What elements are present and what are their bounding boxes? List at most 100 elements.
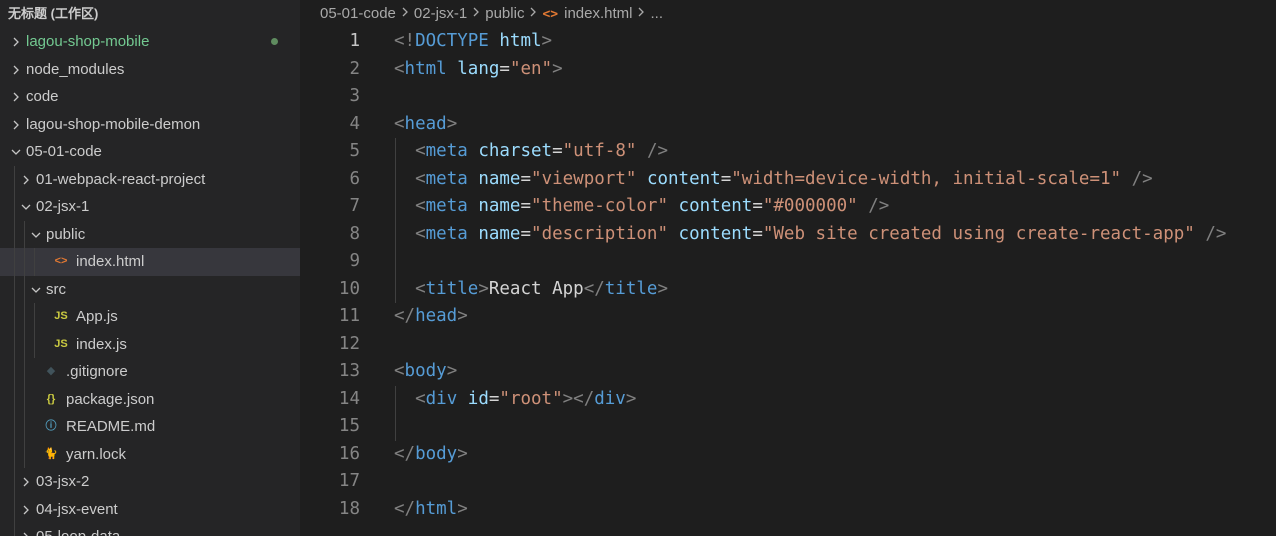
code-token: < xyxy=(415,168,426,189)
tree-folder[interactable]: 01-webpack-react-project xyxy=(0,165,300,194)
chevron-right-icon[interactable] xyxy=(18,166,34,194)
code-token: body xyxy=(415,443,458,464)
workspace-title[interactable]: 无标题 (工作区) xyxy=(0,0,300,28)
chevron-right-icon[interactable] xyxy=(8,56,24,84)
chevron-right-icon[interactable] xyxy=(8,111,24,139)
code-line[interactable]: 10 <title>React App</title> xyxy=(300,276,1276,304)
line-number: 2 xyxy=(349,58,360,79)
code-token: > xyxy=(457,306,468,326)
indent-guide xyxy=(14,303,15,331)
chevron-down-icon[interactable] xyxy=(18,193,34,221)
code-token: title xyxy=(425,278,479,299)
code-text: </html> xyxy=(394,496,468,524)
code-token: "description" xyxy=(531,223,668,244)
code-token: "theme-color" xyxy=(531,196,668,216)
code-token: > xyxy=(457,443,468,464)
line-number: 11 xyxy=(338,306,360,326)
tree-file[interactable]: 🐈 yarn.lock xyxy=(0,440,300,468)
tree-folder[interactable]: 05-01-code xyxy=(0,138,300,166)
chevron-right-icon[interactable] xyxy=(18,496,34,524)
chevron-down-icon[interactable] xyxy=(28,276,44,304)
breadcrumb-item[interactable]: public xyxy=(485,5,524,22)
tree-folder[interactable]: 04-jsx-event xyxy=(0,495,300,524)
indent-guide xyxy=(14,385,15,413)
code-line[interactable]: 14 <div id="root"></div> xyxy=(300,386,1276,414)
breadcrumb-item[interactable]: 05-01-code xyxy=(320,5,396,22)
tree-folder[interactable]: 03-jsx-2 xyxy=(0,468,300,496)
tree-folder[interactable]: node_modules xyxy=(0,56,300,84)
code-token: > xyxy=(657,278,668,299)
code-token: title xyxy=(604,278,658,299)
code-text: <title>React App</title> xyxy=(394,276,668,304)
tree-item-label: 04-jsx-event xyxy=(36,500,118,518)
line-number: 1 xyxy=(349,31,360,51)
tree-folder[interactable]: public xyxy=(0,220,300,249)
tree-folder[interactable]: lagou-shop-mobile xyxy=(0,28,300,56)
code-line[interactable]: 6 <meta name="viewport" content="width=d… xyxy=(300,166,1276,194)
code-line[interactable]: 9 xyxy=(300,248,1276,276)
code-line[interactable]: 15 xyxy=(300,413,1276,441)
html-icon: <> xyxy=(542,7,559,22)
breadcrumb: 05-01-code 02-jsx-1 public <> index.html... xyxy=(300,0,1276,28)
code-line[interactable]: 16 </body> xyxy=(300,441,1276,469)
tree-file[interactable]: JS App.js xyxy=(0,303,300,331)
indent-guide xyxy=(24,358,25,386)
code-token: > xyxy=(446,113,458,134)
tree-folder[interactable]: code xyxy=(0,83,300,111)
code-line[interactable]: 1 <!DOCTYPE html> xyxy=(300,28,1276,56)
chevron-right-icon[interactable] xyxy=(18,468,34,496)
indent-guide xyxy=(24,413,25,441)
tree-file[interactable]: {} package.json xyxy=(0,385,300,413)
code-token: lang xyxy=(457,58,500,79)
code-line[interactable]: 12 xyxy=(300,331,1276,359)
tree-file[interactable]: ◆ .gitignore xyxy=(0,358,300,386)
breadcrumb-item[interactable]: ... xyxy=(650,5,663,22)
tree-folder[interactable]: 05-loop-data xyxy=(0,523,300,536)
chevron-right-icon[interactable] xyxy=(18,523,34,536)
indent-guide xyxy=(14,413,15,441)
code-token: < xyxy=(415,196,426,216)
chevron-right-icon xyxy=(471,0,481,28)
code-text: <body> xyxy=(394,358,457,386)
tree-folder[interactable]: 02-jsx-1 xyxy=(0,193,300,221)
code-token: = xyxy=(752,223,763,244)
code-token: head xyxy=(404,113,447,134)
code-token: content xyxy=(678,223,753,244)
tree-file[interactable]: JS index.js xyxy=(0,330,300,358)
code-line[interactable]: 7 <meta name="theme-color" content="#000… xyxy=(300,193,1276,221)
chevron-right-icon[interactable] xyxy=(8,28,24,56)
code-line[interactable]: 11 </head> xyxy=(300,303,1276,331)
code-token: html xyxy=(404,58,447,79)
code-token: div xyxy=(594,388,626,409)
tree-folder[interactable]: src xyxy=(0,275,300,304)
code-text: <meta name="theme-color" content="#00000… xyxy=(394,193,889,221)
code-line[interactable]: 3 xyxy=(300,83,1276,111)
code-line[interactable]: 18 </html> xyxy=(300,496,1276,524)
code-area[interactable]: 1 <!DOCTYPE html> 2 <html lang="en"> 3 4 <head… xyxy=(300,28,1276,523)
tree-file[interactable]: <> index.html xyxy=(0,248,300,276)
chevron-down-icon[interactable] xyxy=(28,221,44,249)
tree-folder[interactable]: lagou-shop-mobile-demon xyxy=(0,111,300,139)
code-line[interactable]: 5 <meta charset="utf-8" /> xyxy=(300,138,1276,166)
line-number: 5 xyxy=(349,141,360,161)
code-line[interactable]: 17 xyxy=(300,468,1276,496)
breadcrumb-item[interactable]: 02-jsx-1 xyxy=(414,5,467,22)
breadcrumb-item[interactable]: index.html xyxy=(564,5,632,22)
code-editor[interactable]: 05-01-code 02-jsx-1 public <> index.html... … xyxy=(300,0,1276,536)
code-line[interactable]: 4 <head> xyxy=(300,111,1276,139)
code-line[interactable]: 2 <html lang="en"> xyxy=(300,56,1276,84)
code-token: /> xyxy=(1205,223,1227,244)
explorer-sidebar: 无标题 (工作区) lagou-shop-mobile node_modules c… xyxy=(0,0,300,536)
chevron-down-icon[interactable] xyxy=(8,138,24,166)
code-line[interactable]: 13 <body> xyxy=(300,358,1276,386)
code-line[interactable]: 8 <meta name="description" content="Web … xyxy=(300,221,1276,249)
chevron-right-icon[interactable] xyxy=(8,83,24,111)
code-token: <! xyxy=(394,31,416,51)
tree-file[interactable]: ⓘ README.md xyxy=(0,413,300,441)
code-token: > xyxy=(457,498,468,519)
